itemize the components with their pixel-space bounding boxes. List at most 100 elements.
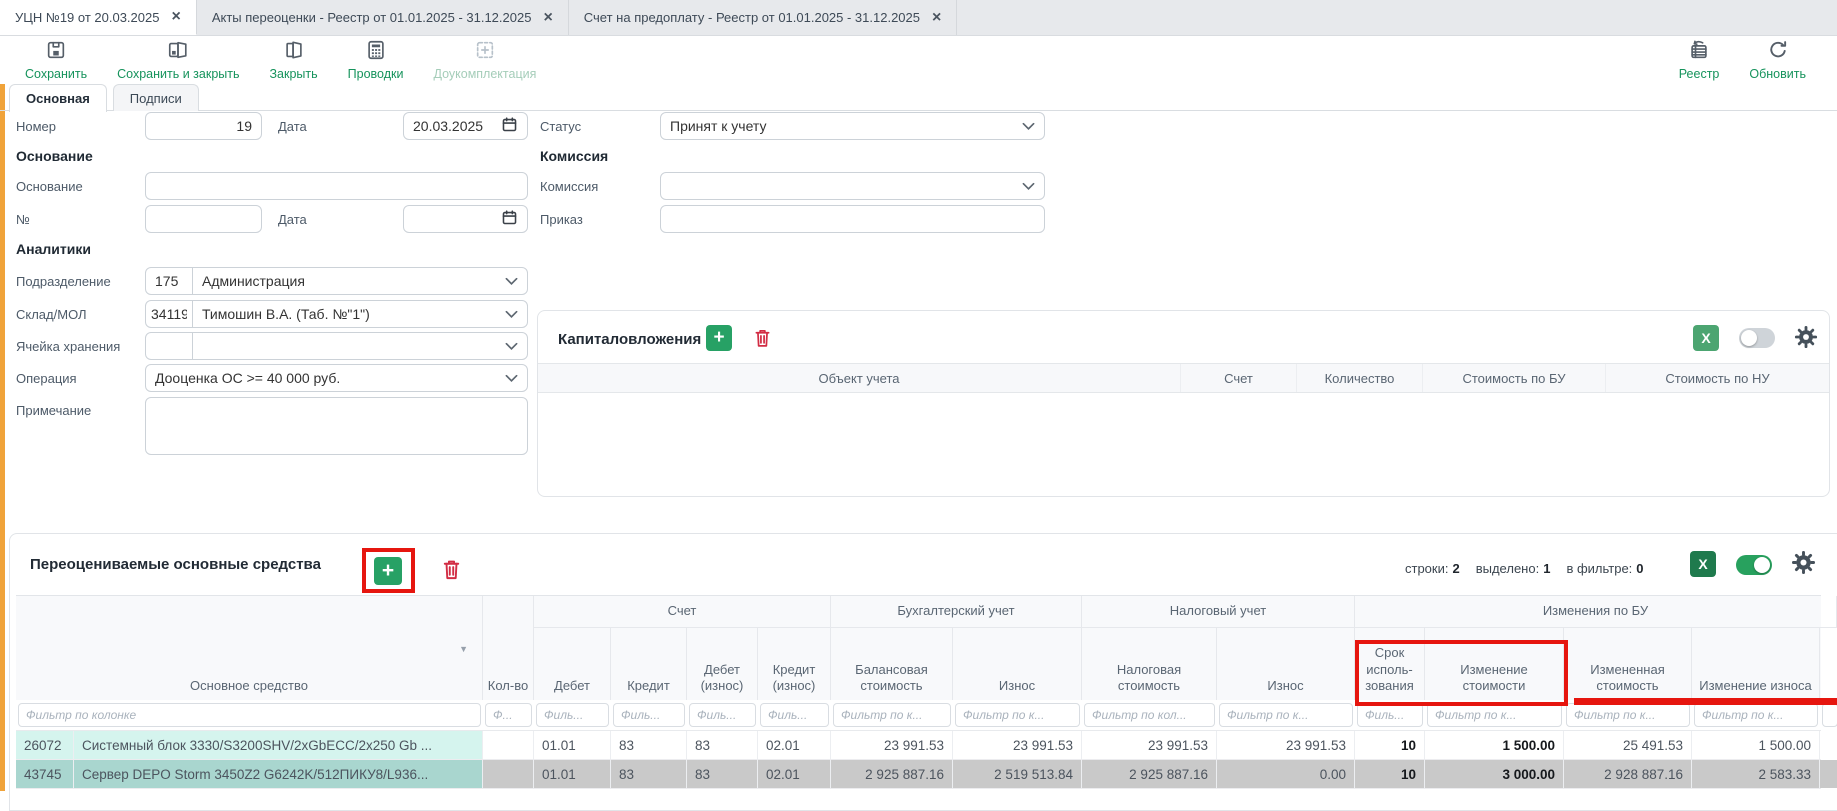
changed-filter-input[interactable] xyxy=(1566,703,1690,727)
order-label: Приказ xyxy=(540,212,583,227)
filter-row xyxy=(16,700,1821,731)
cell-qty xyxy=(483,731,534,759)
column-header-credit-dep[interactable]: Кредит (износ) xyxy=(758,628,831,701)
dep-nu-filter-input[interactable] xyxy=(1219,703,1353,727)
filter-toggle[interactable] xyxy=(1739,328,1775,348)
credit-dep-filter-input[interactable] xyxy=(760,703,829,727)
filter-toggle[interactable] xyxy=(1736,555,1772,575)
cell-qty xyxy=(483,760,534,788)
column-header-change-value[interactable]: Изменение стоимости xyxy=(1425,628,1564,701)
dropdown-arrow-icon[interactable]: ▼ xyxy=(459,644,468,655)
column-header-term[interactable]: Срок исполь-зования xyxy=(1355,628,1425,701)
extra-filter-input[interactable] xyxy=(1822,703,1837,727)
delete-row-button[interactable] xyxy=(752,326,773,353)
chevron-down-icon xyxy=(505,306,518,322)
balance-filter-input[interactable] xyxy=(833,703,951,727)
change-dep-filter-input[interactable] xyxy=(1694,703,1818,727)
cell-change-value: 1 500.00 xyxy=(1425,731,1564,759)
column-header-asset[interactable]: Основное средство ▼ xyxy=(16,596,483,701)
registry-button[interactable]: Реестр xyxy=(1664,39,1735,81)
column-header-balance[interactable]: Балансовая стоимость xyxy=(831,628,953,701)
completion-button: Доукомплектация xyxy=(418,39,551,81)
column-header-spacer xyxy=(1820,628,1837,701)
tab-main[interactable]: Основная xyxy=(9,84,107,112)
close-icon[interactable]: × xyxy=(543,10,552,26)
column-header-changed-value[interactable]: Измененная стоимость xyxy=(1564,628,1692,701)
gear-icon[interactable] xyxy=(1790,549,1817,579)
cell-changed-value: 25 491.53 xyxy=(1564,731,1692,759)
document-tab-active[interactable]: УЦН №19 от 20.03.2025 × xyxy=(0,0,197,35)
change-filter-input[interactable] xyxy=(1427,703,1562,727)
basis-no-field[interactable] xyxy=(145,205,262,233)
cell-tax-value: 2 925 887.16 xyxy=(1082,760,1217,788)
document-tab-label: Акты переоценки - Реестр от 01.01.2025 -… xyxy=(212,10,532,25)
qty-filter-input[interactable] xyxy=(485,703,532,727)
close-button[interactable]: Закрыть xyxy=(255,39,333,81)
left-accent-bar xyxy=(0,84,5,791)
cell-dep-bu: 2 519 513.84 xyxy=(953,760,1082,788)
commission-select[interactable] xyxy=(660,172,1045,200)
column-header-change-dep[interactable]: Изменение износа xyxy=(1692,628,1820,701)
department-select[interactable]: Администрация xyxy=(192,267,528,295)
dep-bu-filter-input[interactable] xyxy=(955,703,1080,727)
calendar-icon[interactable] xyxy=(501,116,518,136)
column-header-credit[interactable]: Кредит xyxy=(611,628,687,701)
warehouse-code-field[interactable]: 34119 xyxy=(145,300,193,328)
order-field[interactable] xyxy=(660,205,1045,233)
number-field[interactable]: 19 xyxy=(145,112,262,140)
column-header-qty[interactable]: Кол-во xyxy=(483,596,534,701)
refresh-button[interactable]: Обновить xyxy=(1734,39,1821,81)
asset-row[interactable]: 26072 Системный блок 3330/S3200SHV/2xGbE… xyxy=(16,731,1821,760)
status-select[interactable]: Принят к учету xyxy=(660,112,1045,140)
tax-filter-input[interactable] xyxy=(1084,703,1215,727)
column-header-dep-nu[interactable]: Износ xyxy=(1217,628,1355,701)
debit-filter-input[interactable] xyxy=(536,703,609,727)
save-button[interactable]: Сохранить xyxy=(10,39,102,81)
column-header[interactable]: Счет xyxy=(1181,364,1297,392)
cell-spacer xyxy=(1820,731,1837,759)
document-tab[interactable]: Акты переоценки - Реестр от 01.01.2025 -… xyxy=(197,0,569,35)
basis-no-label: № xyxy=(16,212,30,227)
add-row-button[interactable]: + xyxy=(706,325,732,351)
close-icon[interactable]: × xyxy=(932,10,941,26)
add-asset-button[interactable]: + xyxy=(374,557,402,585)
operation-select[interactable]: Дооценка ОС >= 40 000 руб. xyxy=(145,364,528,392)
asset-filter-input[interactable] xyxy=(18,703,481,727)
storage-cell-select[interactable] xyxy=(192,332,528,360)
storage-cell-code-field[interactable] xyxy=(145,332,193,360)
document-tab[interactable]: Счет на предоплату - Реестр от 01.01.202… xyxy=(569,0,958,35)
refresh-label: Обновить xyxy=(1749,67,1806,81)
column-header[interactable]: Объект учета xyxy=(538,364,1181,392)
tab-signatures[interactable]: Подписи xyxy=(113,84,199,111)
delete-asset-button[interactable] xyxy=(440,556,463,586)
basis-field[interactable] xyxy=(145,172,528,200)
column-header-dep-bu[interactable]: Износ xyxy=(953,628,1082,701)
asset-row-selected[interactable]: 43745 Сервер DEPO Storm 3450Z2 G6242K/51… xyxy=(16,760,1821,789)
rows-counter: строки:2 xyxy=(1405,561,1460,576)
column-header[interactable]: Стоимость по НУ xyxy=(1606,364,1829,392)
column-header[interactable]: Стоимость по БУ xyxy=(1423,364,1606,392)
postings-button[interactable]: Проводки xyxy=(333,39,419,81)
column-header[interactable]: Количество xyxy=(1297,364,1423,392)
department-code-field[interactable]: 175 xyxy=(145,267,193,295)
capital-panel: Капиталовложения + X Объект учета Счет К… xyxy=(537,310,1830,497)
debit-dep-filter-input[interactable] xyxy=(689,703,756,727)
warehouse-select[interactable]: Тимошин В.А. (Таб. №"1") xyxy=(192,300,528,328)
basis-date-field[interactable] xyxy=(403,205,528,233)
completion-label: Доукомплектация xyxy=(433,67,536,81)
excel-export-button[interactable]: X xyxy=(1693,325,1719,351)
column-header-tax-value[interactable]: Налоговая стоимость xyxy=(1082,628,1217,701)
credit-filter-input[interactable] xyxy=(613,703,685,727)
gear-icon[interactable] xyxy=(1793,324,1819,353)
term-filter-input[interactable] xyxy=(1357,703,1423,727)
note-field[interactable] xyxy=(145,397,528,455)
document-tab-bar: УЦН №19 от 20.03.2025 × Акты переоценки … xyxy=(0,0,1837,36)
column-header-debit-dep[interactable]: Дебет (износ) xyxy=(687,628,758,701)
close-icon[interactable]: × xyxy=(171,9,180,25)
calendar-icon[interactable] xyxy=(501,209,518,229)
save-and-close-button[interactable]: Сохранить и закрыть xyxy=(102,39,254,81)
column-header-debit[interactable]: Дебет xyxy=(534,628,611,701)
excel-export-button[interactable]: X xyxy=(1690,551,1716,577)
date-field[interactable]: 20.03.2025 xyxy=(403,112,528,140)
chevron-down-icon xyxy=(1022,178,1035,194)
